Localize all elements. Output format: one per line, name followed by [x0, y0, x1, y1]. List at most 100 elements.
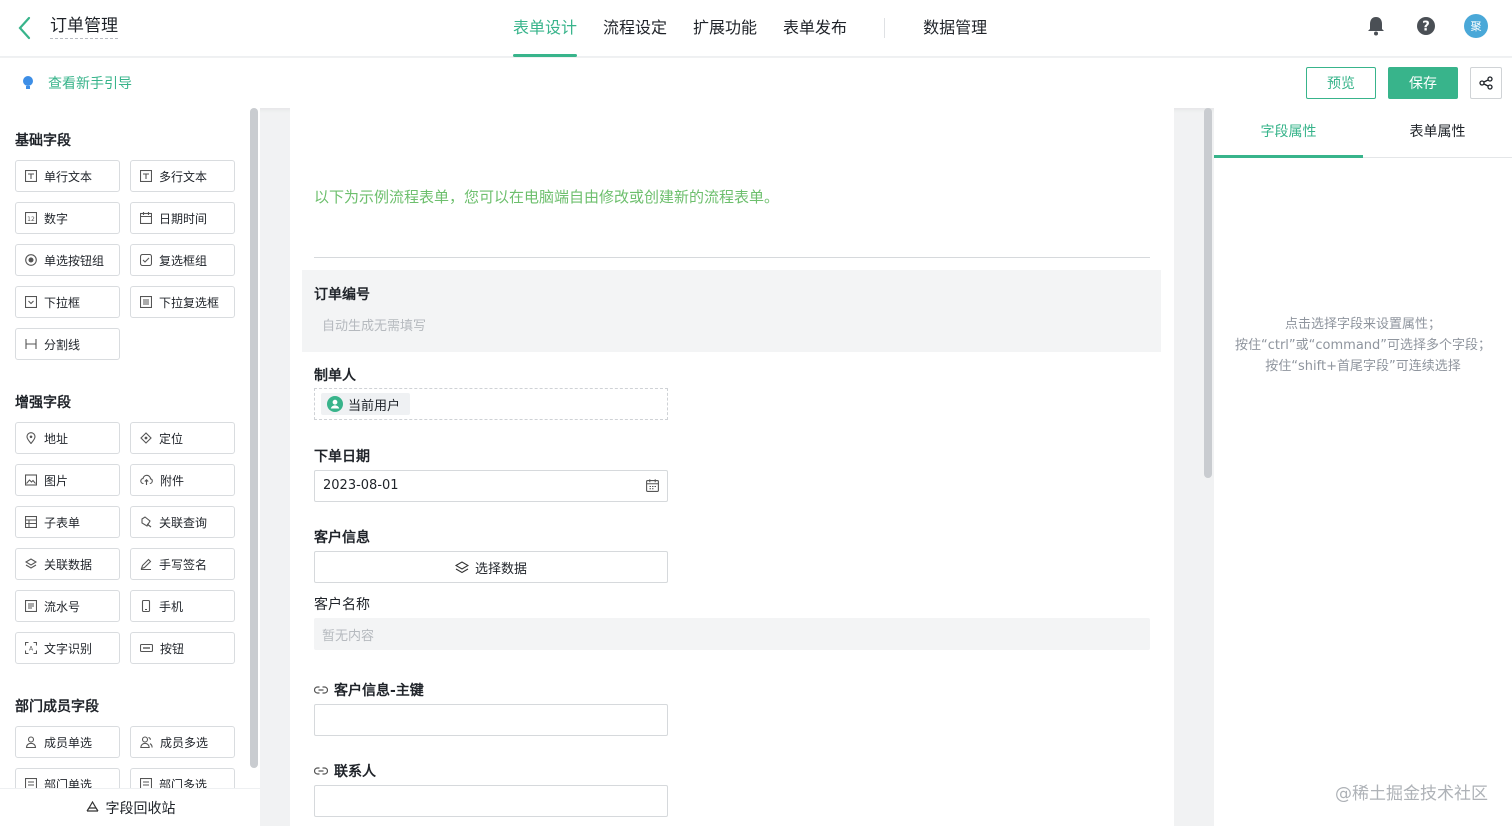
contact-text: 联系人 — [334, 764, 376, 780]
field-multi-line-text[interactable]: 多行文本 — [130, 160, 235, 192]
link-data-icon — [454, 560, 469, 573]
select-data-label: 选择数据 — [474, 561, 527, 577]
field-signature[interactable]: 手写签名 — [130, 548, 235, 580]
calendar-icon — [646, 479, 659, 492]
guide-label: 查看新手引导 — [48, 76, 132, 92]
field-label: 日期时间 — [159, 211, 208, 226]
group-title-basic: 基础字段 — [15, 133, 71, 149]
share-button[interactable] — [1470, 67, 1502, 99]
sub-actions: 预览 保存 — [1306, 67, 1502, 99]
canvas-scrollbar[interactable] — [1204, 108, 1212, 478]
customer-key-label: 客户信息-主键 — [314, 680, 424, 700]
field-single-line-text[interactable]: 单行文本 — [15, 160, 120, 192]
preview-button[interactable]: 预览 — [1306, 67, 1376, 99]
field-radio-group[interactable]: 单选按钮组 — [15, 244, 120, 276]
share-icon — [1479, 76, 1493, 90]
save-button[interactable]: 保存 — [1388, 67, 1458, 99]
field-member-multi[interactable]: 成员多选 — [130, 726, 235, 758]
field-divider[interactable]: 分割线 — [15, 328, 120, 360]
field-label: 文字识别 — [44, 641, 93, 656]
link-data-icon — [25, 558, 37, 569]
avatar[interactable]: 聚 — [1464, 14, 1488, 38]
field-phone[interactable]: 手机 — [130, 590, 235, 622]
customer-name-field: 暂无内容 — [314, 618, 1150, 650]
tab-field-properties[interactable]: 字段属性 — [1214, 108, 1363, 158]
field-dropdown[interactable]: 下拉框 — [15, 286, 120, 318]
properties-hint-line: 按住“shift+首尾字段”可连续选择 — [1265, 359, 1461, 374]
user-avatar-icon — [327, 396, 343, 412]
field-address[interactable]: 地址 — [15, 422, 120, 454]
order-no-label: 订单编号 — [314, 287, 370, 303]
order-no-placeholder: 自动生成无需填写 — [322, 319, 427, 334]
top-nav-bar: 订单管理 表单设计 流程设定 扩展功能 表单发布 数据管理 ? 聚 — [0, 0, 1512, 57]
field-label: 手机 — [159, 599, 184, 614]
field-member-single[interactable]: 成员单选 — [15, 726, 120, 758]
tab-data-management[interactable]: 数据管理 — [909, 0, 1000, 57]
creator-label: 制单人 — [314, 368, 356, 384]
link-icon — [314, 767, 328, 775]
properties-panel: 字段属性 表单属性 点击选择字段来设置属性； 按住“ctrl”或“command… — [1214, 108, 1512, 826]
scan-icon: A — [25, 642, 37, 654]
group-title-department-member: 部门成员字段 — [15, 699, 99, 715]
link-icon — [314, 686, 328, 694]
field-image[interactable]: 图片 — [15, 464, 120, 496]
radio-icon — [25, 254, 37, 266]
field-label: 成员多选 — [160, 735, 209, 750]
crosshair-icon — [140, 432, 152, 444]
tab-form-properties[interactable]: 表单属性 — [1363, 108, 1512, 157]
watermark: @稀土掘金技术社区 — [1335, 784, 1488, 804]
recycle-bin-button[interactable]: 字段回收站 — [0, 788, 260, 826]
field-location[interactable]: 定位 — [130, 422, 235, 454]
button-icon — [140, 643, 153, 653]
map-pin-icon — [26, 432, 36, 444]
help-icon[interactable]: ? — [1414, 14, 1438, 38]
field-label: 手写签名 — [159, 557, 208, 572]
field-dropdown-multi[interactable]: 下拉复选框 — [130, 286, 235, 318]
user-icon — [25, 736, 37, 748]
bell-icon[interactable] — [1364, 14, 1388, 38]
field-label: 下拉框 — [44, 295, 81, 310]
order-date-label: 下单日期 — [314, 449, 370, 465]
field-attachment[interactable]: 附件 — [130, 464, 235, 496]
svg-text:12: 12 — [27, 216, 35, 223]
field-button[interactable]: 按钮 — [130, 632, 235, 664]
divider-icon — [25, 339, 37, 349]
tab-extensions[interactable]: 扩展功能 — [680, 0, 770, 57]
field-label: 子表单 — [44, 515, 81, 530]
field-label: 多行文本 — [159, 169, 208, 184]
customer-key-text: 客户信息-主键 — [334, 683, 424, 699]
customer-key-input[interactable] — [314, 704, 668, 736]
app-title[interactable]: 订单管理 — [50, 16, 118, 39]
tab-form-design[interactable]: 表单设计 — [500, 0, 590, 57]
field-related-data[interactable]: 关联数据 — [15, 548, 120, 580]
back-arrow-icon[interactable] — [14, 14, 38, 42]
field-number[interactable]: 12 数字 — [15, 202, 120, 234]
contact-input[interactable] — [314, 785, 668, 817]
group-title-enhanced: 增强字段 — [15, 395, 71, 411]
field-related-query[interactable]: 关联查询 — [130, 506, 235, 538]
creator-field[interactable]: 当前用户 — [314, 388, 668, 420]
field-label: 关联数据 — [44, 557, 93, 572]
order-date-value: 2023-08-01 — [323, 478, 399, 493]
customer-label: 客户信息 — [314, 530, 370, 546]
field-label: 附件 — [160, 473, 185, 488]
field-label: 复选框组 — [159, 253, 208, 268]
field-subform[interactable]: 子表单 — [15, 506, 120, 538]
properties-hint-line: 按住“ctrl”或“command”可选择多个字段； — [1234, 338, 1492, 353]
field-checkbox-group[interactable]: 复选框组 — [130, 244, 235, 276]
tab-process-settings[interactable]: 流程设定 — [590, 0, 680, 57]
text-field-icon — [25, 170, 37, 182]
select-data-button[interactable]: 选择数据 — [314, 551, 668, 583]
current-user-chip: 当前用户 — [321, 393, 411, 415]
left-scrollbar[interactable] — [250, 108, 258, 768]
field-serial-number[interactable]: 流水号 — [15, 590, 120, 622]
order-date-input[interactable]: 2023-08-01 — [314, 470, 668, 502]
tab-form-publish[interactable]: 表单发布 — [770, 0, 860, 57]
field-palette: 基础字段 单行文本 多行文本 12 数字 日期时间 单选按钮组 复选框组 下拉框 … — [0, 108, 260, 826]
guide-link[interactable]: 查看新手引导 — [22, 73, 132, 93]
field-ocr[interactable]: A 文字识别 — [15, 632, 120, 664]
selected-field-order-no[interactable] — [302, 270, 1161, 352]
number-icon: 12 — [25, 212, 37, 224]
users-icon — [140, 736, 153, 748]
field-datetime[interactable]: 日期时间 — [130, 202, 235, 234]
